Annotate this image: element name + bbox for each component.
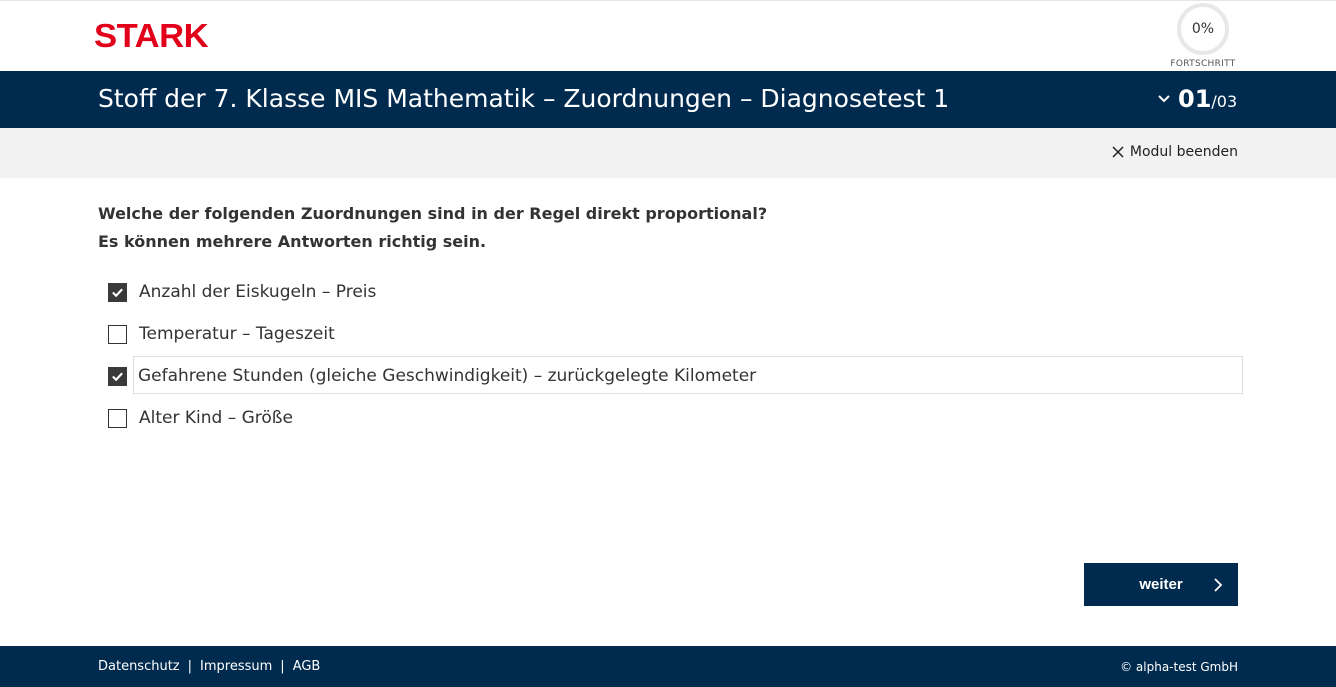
page-title: Stoff der 7. Klasse MIS Mathematik – Zuo… xyxy=(98,84,950,113)
question-pager[interactable]: 01 /03 xyxy=(1156,85,1237,113)
footer-separator: | xyxy=(187,659,193,674)
page: STARK 0% FORTSCHRITT Stoff der 7. Klasse… xyxy=(0,0,1336,687)
progress-label: FORTSCHRITT xyxy=(1170,59,1236,69)
footer: Datenschutz | Impressum | AGB © alpha-te… xyxy=(0,646,1336,687)
next-button-label: weiter xyxy=(1139,576,1183,593)
progress-value: 0% xyxy=(1191,21,1215,37)
question-line-1: Welche der folgenden Zuordnungen sind in… xyxy=(98,204,768,223)
checkmark-icon xyxy=(112,372,123,382)
answer-label: Alter Kind – Größe xyxy=(139,408,293,428)
question-line-2: Es können mehrere Antworten richtig sein… xyxy=(98,232,487,251)
pager-current: 01 xyxy=(1178,85,1212,113)
stark-logo[interactable]: STARK xyxy=(94,17,209,55)
answer-label: Anzahl der Eiskugeln – Preis xyxy=(139,282,377,302)
answer-option-1[interactable]: Anzahl der Eiskugeln – Preis xyxy=(98,272,1244,310)
copyright: © alpha-test GmbH xyxy=(1120,660,1238,674)
progress-ring: 0% xyxy=(1177,3,1229,55)
pager-total: /03 xyxy=(1211,92,1238,111)
footer-link-impressum[interactable]: Impressum xyxy=(200,659,272,674)
checkbox-unchecked[interactable] xyxy=(108,325,127,344)
end-module-label: Modul beenden xyxy=(1129,144,1238,160)
next-button[interactable]: weiter xyxy=(1084,563,1238,606)
question-text: Welche der folgenden Zuordnungen sind in… xyxy=(98,200,767,256)
answer-label: Gefahrene Stunden (gleiche Geschwindigke… xyxy=(138,366,757,386)
chevron-right-icon xyxy=(1214,578,1223,592)
footer-link-datenschutz[interactable]: Datenschutz xyxy=(98,659,180,674)
answer-option-4[interactable]: Alter Kind – Größe xyxy=(98,398,1244,436)
footer-links: Datenschutz | Impressum | AGB xyxy=(98,659,320,674)
footer-separator: | xyxy=(280,659,285,674)
progress-indicator: 0% FORTSCHRITT xyxy=(1168,1,1238,72)
checkbox-checked[interactable] xyxy=(108,367,127,386)
checkbox-unchecked[interactable] xyxy=(108,409,127,428)
title-bar: Stoff der 7. Klasse MIS Mathematik – Zuo… xyxy=(0,71,1336,128)
answer-list: Anzahl der Eiskugeln – Preis Temperatur … xyxy=(98,272,1244,440)
answer-label: Temperatur – Tageszeit xyxy=(139,324,335,344)
module-toolbar: Modul beenden xyxy=(0,128,1336,178)
footer-link-agb[interactable]: AGB xyxy=(293,659,321,674)
checkbox-checked[interactable] xyxy=(108,283,127,302)
chevron-down-icon xyxy=(1158,95,1170,103)
end-module-button[interactable]: Modul beenden xyxy=(1112,144,1238,160)
close-icon xyxy=(1112,146,1124,158)
top-header: STARK 0% FORTSCHRITT xyxy=(0,0,1336,71)
answer-option-3[interactable]: Gefahrene Stunden (gleiche Geschwindigke… xyxy=(108,356,1243,394)
answer-option-2[interactable]: Temperatur – Tageszeit xyxy=(98,314,1244,352)
checkmark-icon xyxy=(112,288,123,298)
